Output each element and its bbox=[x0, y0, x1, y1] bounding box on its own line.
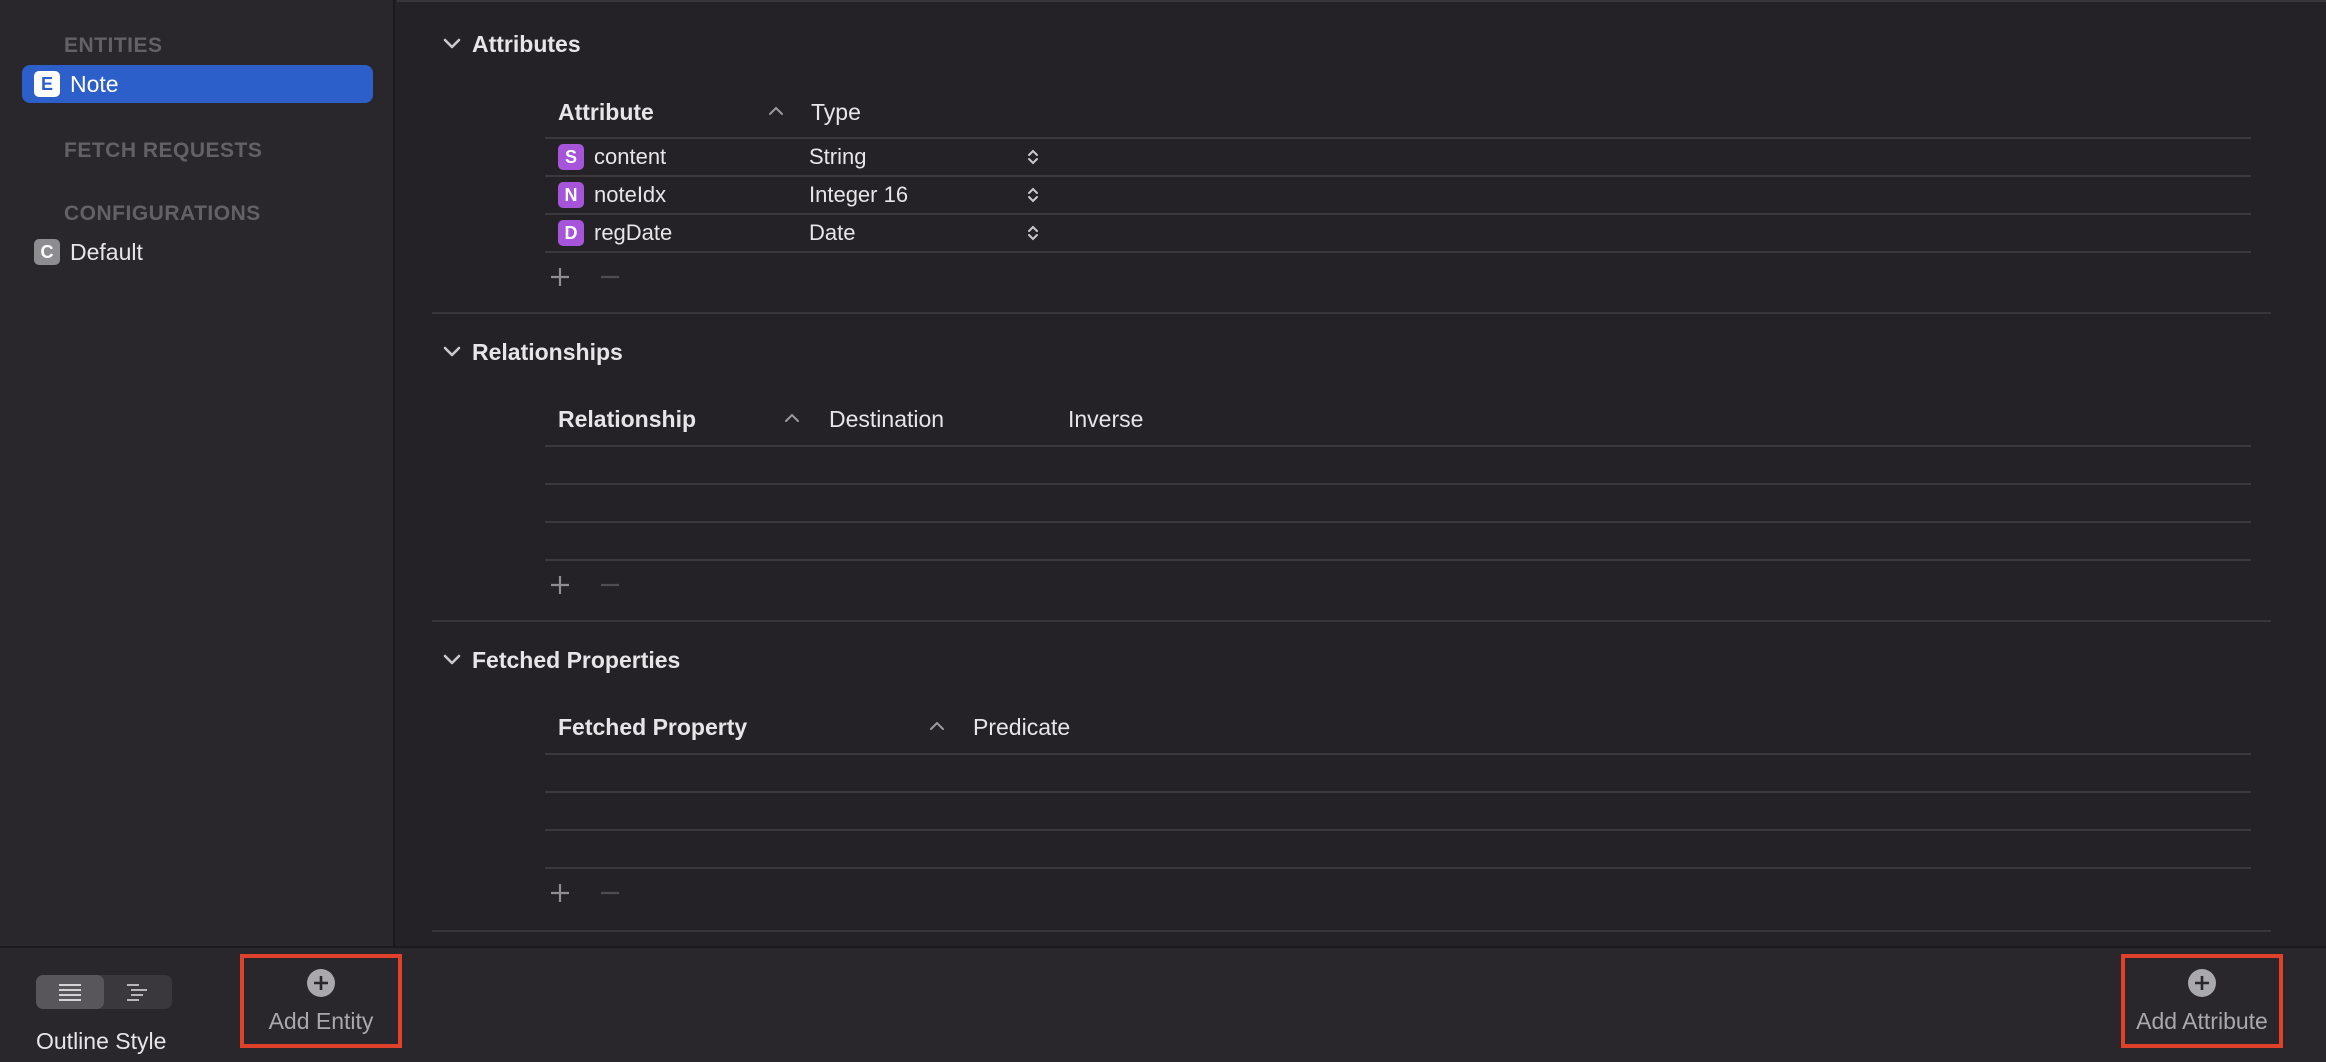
bottom-toolbar: Outline Style Add Entity Add Attribute bbox=[0, 946, 2326, 1062]
add-attribute-row-icon[interactable] bbox=[545, 262, 575, 292]
plus-circle-icon bbox=[307, 968, 335, 997]
plus-circle-icon bbox=[2188, 968, 2216, 997]
attribute-name[interactable]: noteIdx bbox=[594, 182, 666, 208]
attribute-type-badge-icon: N bbox=[558, 182, 584, 208]
relationships-section: Relationships Relationship Destination I… bbox=[432, 332, 2271, 622]
attribute-column-header[interactable]: Attribute bbox=[558, 92, 654, 132]
fetch-requests-header: FETCH REQUESTS bbox=[64, 139, 263, 162]
section-title: Attributes bbox=[472, 30, 581, 57]
fetched-properties-section: Fetched Properties Fetched Property Pred… bbox=[432, 640, 2271, 932]
attribute-name[interactable]: content bbox=[594, 144, 666, 170]
sidebar-item-note[interactable]: E Note bbox=[22, 65, 373, 103]
sidebar-item-label: Default bbox=[70, 238, 143, 265]
chevron-down-icon[interactable] bbox=[432, 654, 472, 666]
section-title: Relationships bbox=[472, 338, 623, 365]
table-row[interactable]: D regDate Date bbox=[545, 215, 2251, 253]
attribute-type-badge-icon: D bbox=[558, 220, 584, 246]
relationships-add-remove bbox=[545, 570, 625, 600]
fetched-properties-add-remove bbox=[545, 878, 625, 908]
section-title: Fetched Properties bbox=[472, 646, 681, 673]
predicate-column-header[interactable]: Predicate bbox=[973, 707, 1070, 747]
attributes-section: Attributes Attribute Type S content Stri… bbox=[432, 24, 2271, 314]
add-entity-label: Add Entity bbox=[268, 1007, 374, 1034]
relationships-table bbox=[545, 445, 2251, 561]
core-data-model-editor: ENTITIES E Note FETCH REQUESTS CONFIGURA… bbox=[0, 0, 2326, 1062]
sidebar: ENTITIES E Note FETCH REQUESTS CONFIGURA… bbox=[0, 0, 395, 946]
table-row bbox=[545, 831, 2251, 869]
type-popup-stepper-icon[interactable] bbox=[1027, 186, 1039, 204]
type-column-header[interactable]: Type bbox=[811, 92, 861, 132]
fetched-property-column-header[interactable]: Fetched Property bbox=[558, 707, 747, 747]
add-relationship-row-icon[interactable] bbox=[545, 570, 575, 600]
outline-style-segmented-control[interactable] bbox=[36, 975, 172, 1009]
configuration-badge-icon: C bbox=[34, 239, 60, 265]
table-style-icon[interactable] bbox=[36, 975, 104, 1009]
table-row bbox=[545, 793, 2251, 831]
attribute-type-value[interactable]: Date bbox=[809, 215, 855, 251]
outline-style-label: Outline Style bbox=[36, 1028, 167, 1054]
entity-editor: Attributes Attribute Type S content Stri… bbox=[397, 0, 2326, 946]
add-fetched-property-row-icon[interactable] bbox=[545, 878, 575, 908]
attributes-section-header[interactable]: Attributes bbox=[432, 24, 581, 64]
attributes-add-remove bbox=[545, 262, 625, 292]
attribute-type-value[interactable]: Integer 16 bbox=[809, 177, 908, 213]
table-row bbox=[545, 523, 2251, 561]
type-popup-stepper-icon[interactable] bbox=[1027, 224, 1039, 242]
remove-relationship-row-icon[interactable] bbox=[595, 570, 625, 600]
chevron-down-icon[interactable] bbox=[432, 38, 472, 50]
fetched-properties-table bbox=[545, 753, 2251, 869]
remove-fetched-property-row-icon[interactable] bbox=[595, 878, 625, 908]
table-row bbox=[545, 447, 2251, 485]
type-popup-stepper-icon[interactable] bbox=[1027, 148, 1039, 166]
graph-style-icon[interactable] bbox=[104, 975, 172, 1009]
destination-column-header[interactable]: Destination bbox=[829, 399, 944, 439]
attribute-type-value[interactable]: String bbox=[809, 139, 866, 175]
inverse-column-header[interactable]: Inverse bbox=[1068, 399, 1143, 439]
table-row[interactable]: N noteIdx Integer 16 bbox=[545, 177, 2251, 215]
attribute-name[interactable]: regDate bbox=[594, 220, 672, 246]
attributes-table: S content String N noteIdx Integer 16 D … bbox=[545, 137, 2251, 253]
chevron-down-icon[interactable] bbox=[432, 346, 472, 358]
configurations-header: CONFIGURATIONS bbox=[64, 202, 261, 225]
entity-badge-icon: E bbox=[34, 71, 60, 97]
sort-ascending-icon[interactable] bbox=[929, 721, 945, 731]
sidebar-item-default[interactable]: C Default bbox=[22, 233, 373, 271]
attribute-type-badge-icon: S bbox=[558, 144, 584, 170]
relationships-section-header[interactable]: Relationships bbox=[432, 332, 623, 372]
sidebar-item-label: Note bbox=[70, 70, 119, 97]
add-entity-button[interactable]: Add Entity bbox=[240, 954, 402, 1048]
fetched-properties-section-header[interactable]: Fetched Properties bbox=[432, 640, 680, 680]
table-row bbox=[545, 485, 2251, 523]
table-row bbox=[545, 755, 2251, 793]
table-row[interactable]: S content String bbox=[545, 139, 2251, 177]
entities-header: ENTITIES bbox=[64, 34, 163, 57]
add-attribute-button[interactable]: Add Attribute bbox=[2121, 954, 2283, 1048]
relationship-column-header[interactable]: Relationship bbox=[558, 399, 696, 439]
sort-ascending-icon[interactable] bbox=[768, 106, 784, 116]
add-attribute-label: Add Attribute bbox=[2136, 1007, 2268, 1034]
remove-attribute-row-icon[interactable] bbox=[595, 262, 625, 292]
sort-ascending-icon[interactable] bbox=[784, 413, 800, 423]
